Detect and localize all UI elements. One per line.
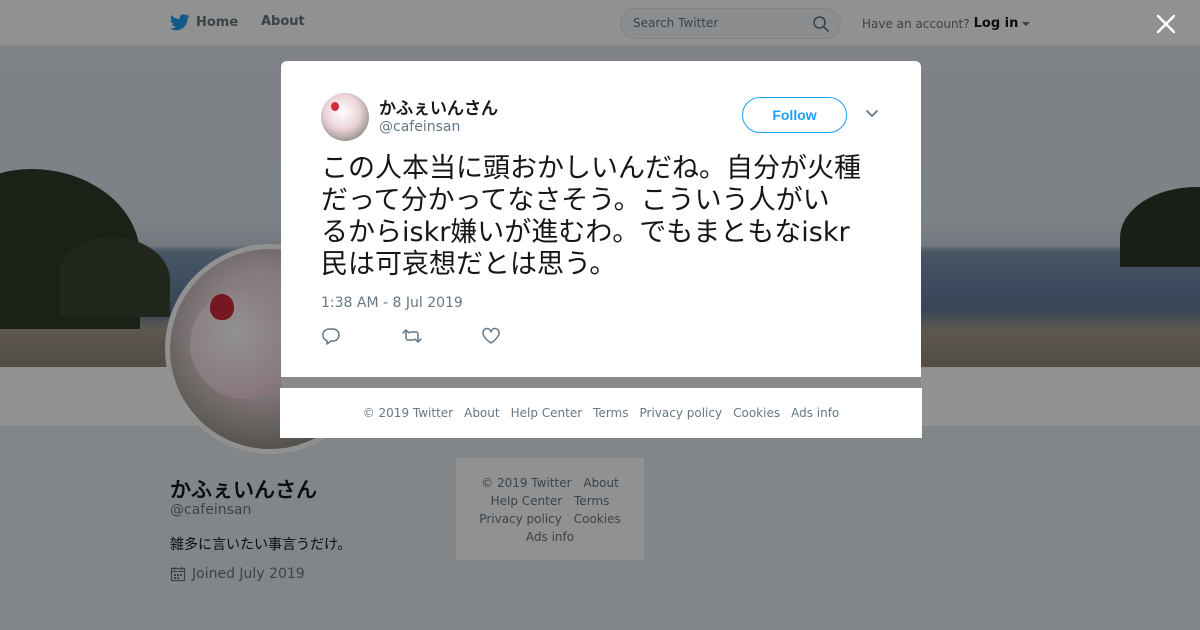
follow-button[interactable]: Follow xyxy=(742,97,847,133)
footer-about[interactable]: About xyxy=(464,406,499,420)
tweet-text-line: 民は可哀想だとは思う。 xyxy=(321,249,617,280)
reply-button[interactable] xyxy=(321,327,401,347)
tweet-text-line: だって分かってなさそう。こういう人がい xyxy=(321,185,830,216)
tweet-timestamp[interactable]: 1:38 AM - 8 Jul 2019 xyxy=(321,295,463,311)
tweet-modal: かふぇいんさん @cafeinsan Follow この人本当に頭おかしいんだね… xyxy=(281,61,921,377)
footer-terms[interactable]: Terms xyxy=(593,406,628,420)
tweet-author-handle[interactable]: @cafeinsan xyxy=(379,119,460,135)
footer-cookies[interactable]: Cookies xyxy=(733,406,780,420)
modal-divider xyxy=(281,377,921,388)
footer-help-center[interactable]: Help Center xyxy=(511,406,583,420)
tweet-text: この人本当に頭おかしいんだね。自分が火種 だって分かってなさそう。こういう人がい… xyxy=(321,153,893,281)
tweet-avatar[interactable] xyxy=(321,93,369,141)
footer-copyright: © 2019 Twitter xyxy=(362,406,454,420)
avatar-strawberry-shape xyxy=(331,102,339,111)
tweet-text-line: るからiskr嫌いが進むわ。でもまともなiskr xyxy=(321,217,850,248)
modal-footer: © 2019 Twitter About Help Center Terms P… xyxy=(280,388,922,438)
tweet-text-line: この人本当に頭おかしいんだね。自分が火種 xyxy=(321,153,861,184)
chevron-down-icon[interactable] xyxy=(865,109,879,119)
retweet-icon xyxy=(402,329,422,343)
footer-privacy-policy[interactable]: Privacy policy xyxy=(640,406,723,420)
tweet-actions xyxy=(321,327,561,347)
close-icon[interactable] xyxy=(1154,12,1178,36)
retweet-button[interactable] xyxy=(401,327,481,347)
footer-ads-info[interactable]: Ads info xyxy=(791,406,839,420)
reply-icon xyxy=(322,328,340,345)
tweet-author-name[interactable]: かふぇいんさん xyxy=(379,94,498,119)
like-icon xyxy=(482,327,500,344)
like-button[interactable] xyxy=(481,327,561,347)
